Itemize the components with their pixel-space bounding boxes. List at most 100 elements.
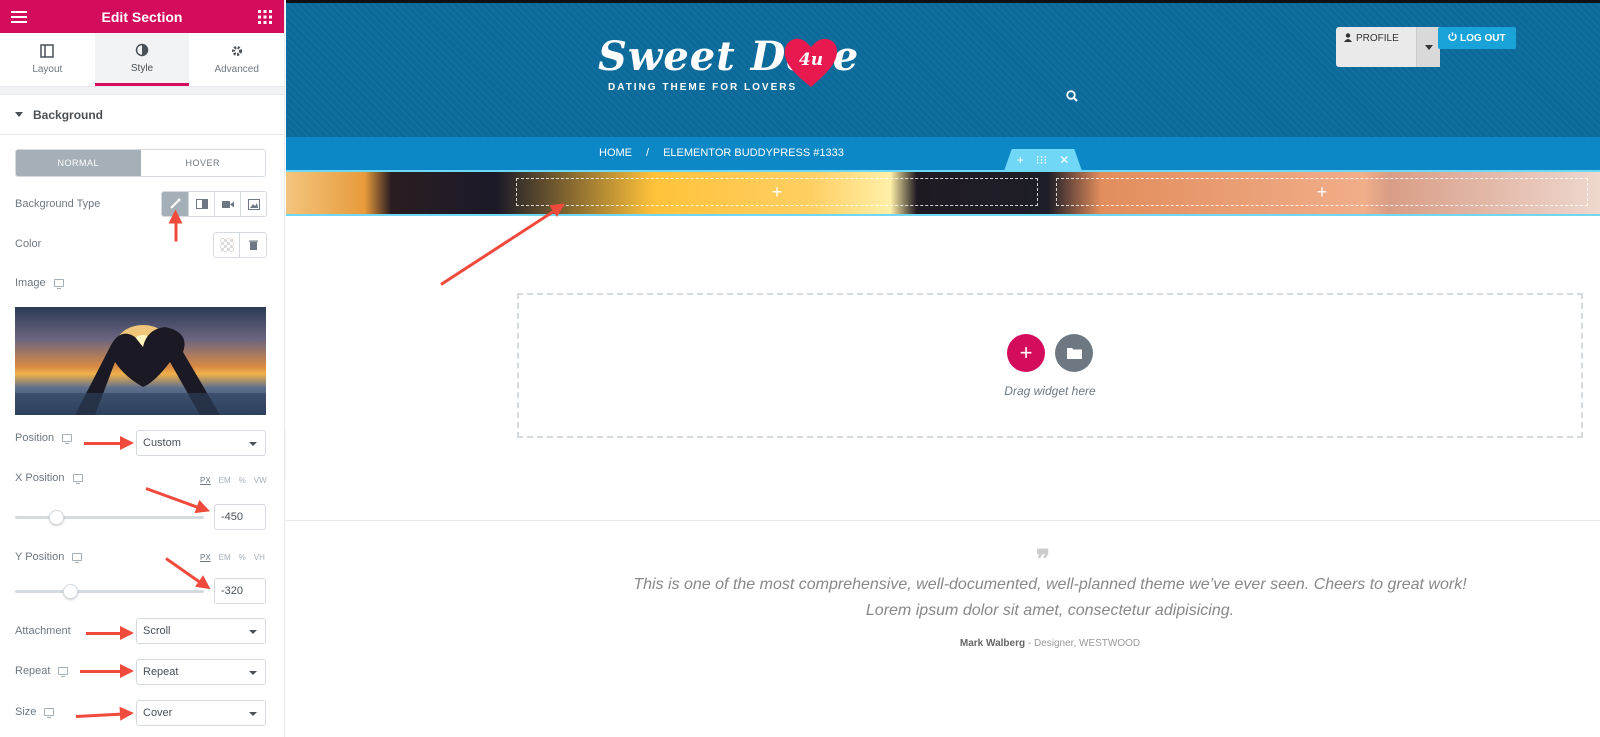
y-position-slider[interactable] xyxy=(15,584,204,599)
menu-icon[interactable] xyxy=(10,8,28,26)
trash-icon[interactable] xyxy=(240,233,266,257)
gradient-icon[interactable] xyxy=(188,192,214,216)
drag-handle-icon[interactable]: ⁝⁝⁝ xyxy=(1036,153,1047,167)
widgets-grid-icon[interactable] xyxy=(256,8,274,26)
image-label: Image xyxy=(15,277,64,289)
tab-label: Advanced xyxy=(214,64,259,75)
unit-percent[interactable]: % xyxy=(239,553,246,562)
y-position-input[interactable]: -320 xyxy=(214,578,266,604)
video-camera-icon[interactable] xyxy=(214,192,240,216)
y-position-label: Y Position xyxy=(15,551,83,563)
repeat-select[interactable]: Repeat xyxy=(136,659,266,685)
column-placeholder[interactable]: + xyxy=(516,178,1038,206)
position-label: Position xyxy=(15,432,73,444)
testimonial-quote: This is one of the most comprehensive, w… xyxy=(633,576,1467,619)
heart-logo-icon: 4u xyxy=(784,38,837,87)
unit-px[interactable]: PX xyxy=(200,476,211,485)
normal-tab[interactable]: NORMAL xyxy=(16,150,141,176)
close-icon[interactable]: ✕ xyxy=(1059,153,1069,167)
plus-icon[interactable]: + xyxy=(1017,153,1024,167)
folder-icon[interactable] xyxy=(1055,333,1093,372)
label-text: Y Position xyxy=(15,551,65,563)
desktop-icon xyxy=(44,708,55,718)
annotation-arrow xyxy=(165,557,203,585)
state-toggle: NORMAL HOVER xyxy=(15,149,266,177)
site-header: Sweet Date DATING THEME FOR LOVERS 4u PR… xyxy=(286,3,1600,137)
label-text: Position xyxy=(15,432,55,444)
position-select[interactable]: Custom xyxy=(136,430,266,456)
unit-em[interactable]: EM xyxy=(219,476,231,485)
testimonial-author: Mark Walberg - Designer, WESTWOOD xyxy=(620,638,1480,649)
heart-hands-image xyxy=(15,325,266,415)
section-background-banner[interactable]: + + xyxy=(286,170,1600,216)
repeat-label: Repeat xyxy=(15,665,69,677)
widget-drop-zone[interactable]: + Drag widget here xyxy=(517,293,1583,438)
power-icon xyxy=(1448,32,1457,44)
tab-label: Layout xyxy=(32,64,63,75)
desktop-icon xyxy=(72,474,83,484)
image-preview[interactable] xyxy=(15,307,266,415)
slider-handle[interactable] xyxy=(63,584,78,599)
unit-vh[interactable]: VH xyxy=(254,553,265,562)
label-text: Attachment xyxy=(15,625,71,637)
attachment-label: Attachment xyxy=(15,625,71,637)
caret-down-icon[interactable] xyxy=(1416,27,1440,67)
breadcrumb-separator: / xyxy=(646,147,650,159)
x-position-label: X Position xyxy=(15,472,83,484)
layout-icon xyxy=(40,44,55,58)
search-icon[interactable] xyxy=(1066,89,1078,107)
unit-percent[interactable]: % xyxy=(239,476,246,485)
column-placeholder[interactable]: + xyxy=(1056,178,1588,206)
breadcrumb-bar: HOME / ELEMENTOR BUDDYPRESS #1333 + ⁝⁝⁝ … xyxy=(286,137,1600,171)
contrast-icon xyxy=(135,43,149,56)
color-label: Color xyxy=(15,238,41,250)
tab-label: Style xyxy=(130,62,154,74)
size-select[interactable]: Cover xyxy=(136,700,266,726)
breadcrumb-current: ELEMENTOR BUDDYPRESS #1333 xyxy=(663,147,844,159)
label-text: Repeat xyxy=(15,665,51,677)
profile-button[interactable]: PROFILE xyxy=(1336,27,1440,67)
annotation-arrow xyxy=(440,208,558,286)
label-text: Image xyxy=(15,277,46,289)
divider xyxy=(286,520,1600,521)
section-title: Background xyxy=(33,107,104,122)
plus-icon[interactable]: + xyxy=(772,182,783,203)
tab-advanced[interactable]: Advanced xyxy=(189,33,284,86)
x-position-slider[interactable] xyxy=(15,510,204,525)
logout-label: LOG OUT xyxy=(1460,32,1506,44)
hover-tab[interactable]: HOVER xyxy=(140,150,265,176)
desktop-icon xyxy=(58,667,69,677)
annotation-arrow xyxy=(75,712,125,718)
size-label: Size xyxy=(15,706,55,718)
plus-icon[interactable]: + xyxy=(1317,182,1328,203)
profile-label: PROFILE xyxy=(1356,33,1399,44)
panel-header: Edit Section xyxy=(0,0,284,33)
tab-layout[interactable]: Layout xyxy=(0,33,95,86)
panel-tabs: Layout Style Advanced xyxy=(0,33,284,87)
breadcrumb-home[interactable]: HOME xyxy=(599,147,632,159)
color-swatch[interactable] xyxy=(214,233,240,257)
unit-px[interactable]: PX xyxy=(200,553,211,562)
attachment-select[interactable]: Scroll xyxy=(136,618,266,644)
x-position-input[interactable]: -450 xyxy=(214,504,266,530)
color-picker xyxy=(213,232,267,258)
label-text: Size xyxy=(15,706,37,718)
panel-title: Edit Section xyxy=(101,8,183,25)
annotation-arrow xyxy=(84,436,134,450)
caret-down-icon xyxy=(15,112,23,117)
author-name: Mark Walberg xyxy=(959,638,1026,649)
desktop-icon xyxy=(62,434,73,444)
add-section-button[interactable]: + xyxy=(1007,333,1045,372)
tab-style[interactable]: Style xyxy=(94,33,190,86)
unit-em[interactable]: EM xyxy=(219,553,231,562)
user-icon xyxy=(1344,33,1352,45)
background-section-toggle[interactable]: Background xyxy=(0,95,284,135)
gear-icon xyxy=(231,46,242,56)
logout-button[interactable]: LOG OUT xyxy=(1438,27,1516,49)
annotation-arrow xyxy=(80,664,134,678)
slider-handle[interactable] xyxy=(49,510,64,525)
slideshow-image-icon[interactable] xyxy=(240,192,266,216)
unit-vw[interactable]: VW xyxy=(254,476,267,485)
annotation-arrow xyxy=(86,626,134,640)
separator xyxy=(0,87,284,95)
